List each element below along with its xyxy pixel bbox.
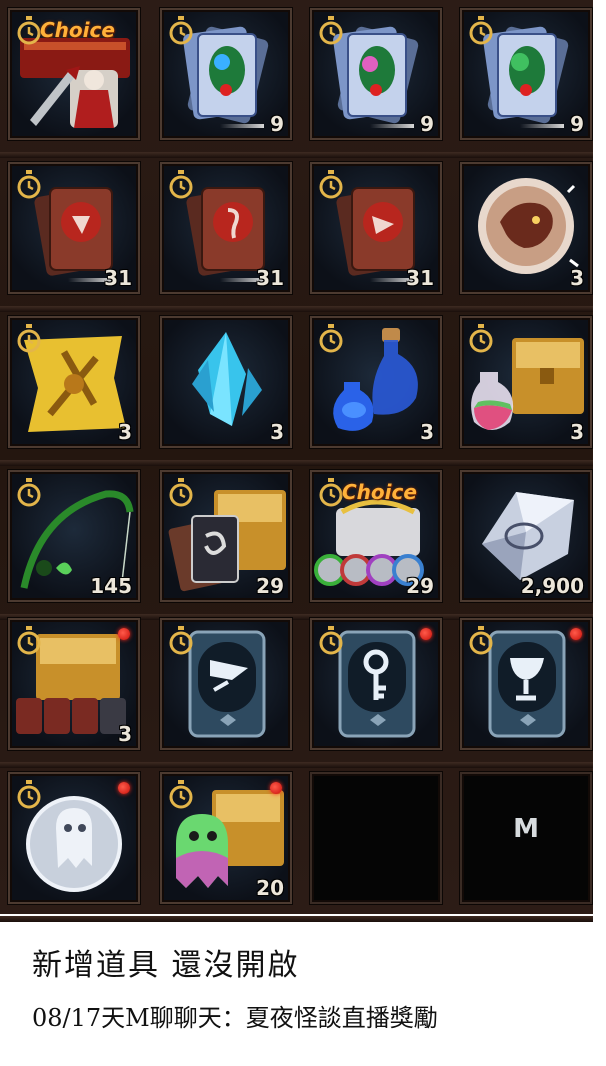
inventory-slot[interactable]: Choice [8, 8, 140, 140]
inventory-row: 31 31 31 3 [0, 154, 593, 312]
timer-icon [17, 16, 41, 45]
timer-icon [169, 170, 193, 199]
inventory-row: 3 [0, 610, 593, 768]
inventory-slot[interactable]: 3 [460, 316, 592, 448]
quantity-label: 145 [90, 574, 132, 598]
quantity-label: 3 [118, 722, 132, 746]
quantity-label: 9 [270, 112, 284, 136]
quantity-label: 3 [118, 420, 132, 444]
quantity-label: 3 [570, 266, 584, 290]
caption-subtitle: 08/17天M聊聊天：夏夜怪談直播獎勵 [32, 1004, 438, 1032]
inventory-slot[interactable] [160, 618, 292, 750]
inventory-slot[interactable]: Choice 29 [310, 470, 442, 602]
timer-icon [17, 780, 41, 809]
inventory-slot[interactable]: 9 [460, 8, 592, 140]
timer-icon [17, 626, 41, 655]
caption: 新增道具 還沒開啟 08/17天M聊聊天：夏夜怪談直播獎勵 [32, 940, 592, 1033]
quantity-label: 31 [256, 266, 284, 290]
new-item-badge [570, 628, 582, 640]
inventory-row: 145 29 Choice 29 2,900 [0, 462, 593, 620]
quantity-label: 3 [570, 420, 584, 444]
quantity-label: 20 [256, 876, 284, 900]
quantity-label: 9 [420, 112, 434, 136]
timer-icon [169, 16, 193, 45]
inventory-slot[interactable]: 31 [160, 162, 292, 294]
timer-icon [17, 478, 41, 507]
new-item-badge [420, 628, 432, 640]
inventory-slot[interactable] [460, 618, 592, 750]
quantity-label: 9 [570, 112, 584, 136]
inventory-panel: Choice 9 9 9 31 31 31 3 3 3 3 3 145 29 C… [0, 0, 593, 922]
quantity-label: 31 [406, 266, 434, 290]
inventory-slot[interactable]: 3 [160, 316, 292, 448]
choice-label: Choice [342, 480, 417, 504]
slot-label-m: M [513, 814, 539, 844]
timer-icon [319, 324, 343, 353]
quantity-label: 31 [104, 266, 132, 290]
timer-icon [469, 16, 493, 45]
inventory-slot[interactable]: 20 [160, 772, 292, 904]
timer-icon [17, 170, 41, 199]
new-item-badge [118, 628, 130, 640]
quantity-label: 29 [256, 574, 284, 598]
quantity-label: 3 [420, 420, 434, 444]
inventory-slot[interactable]: 145 [8, 470, 140, 602]
quantity-bar [520, 124, 564, 128]
inventory-slot[interactable]: 29 [160, 470, 292, 602]
inventory-slot[interactable] [8, 772, 140, 904]
inventory-row: Choice 9 9 9 [0, 0, 593, 158]
inventory-slot[interactable]: 3 [460, 162, 592, 294]
timer-icon [469, 626, 493, 655]
quantity-label: 2,900 [520, 574, 584, 598]
quantity-label: 3 [270, 420, 284, 444]
quantity-bar [370, 124, 414, 128]
inventory-slot[interactable]: 31 [8, 162, 140, 294]
quantity-bar [220, 124, 264, 128]
inventory-slot[interactable]: 31 [310, 162, 442, 294]
timer-icon [319, 478, 343, 507]
empty-slot[interactable] [310, 772, 442, 904]
caption-title: 新增道具 還沒開啟 [32, 948, 300, 983]
inventory-slot[interactable]: 2,900 [460, 470, 592, 602]
timer-icon [169, 478, 193, 507]
timer-icon [319, 170, 343, 199]
inventory-slot[interactable]: 9 [310, 8, 442, 140]
choice-label: Choice [40, 18, 115, 42]
timer-icon [169, 626, 193, 655]
inventory-slot[interactable]: 3 [8, 618, 140, 750]
new-item-badge [118, 782, 130, 794]
inventory-row: 20 M [0, 764, 593, 922]
empty-slot[interactable]: M [460, 772, 592, 904]
inventory-slot[interactable] [310, 618, 442, 750]
inventory-slot[interactable]: 3 [310, 316, 442, 448]
timer-icon [319, 626, 343, 655]
timer-icon [169, 780, 193, 809]
inventory-row: 3 3 3 3 [0, 308, 593, 466]
inventory-slot[interactable]: 3 [8, 316, 140, 448]
timer-icon [17, 324, 41, 353]
inventory-slot[interactable]: 9 [160, 8, 292, 140]
timer-icon [469, 324, 493, 353]
quantity-label: 29 [406, 574, 434, 598]
new-item-badge [270, 782, 282, 794]
timer-icon [319, 16, 343, 45]
